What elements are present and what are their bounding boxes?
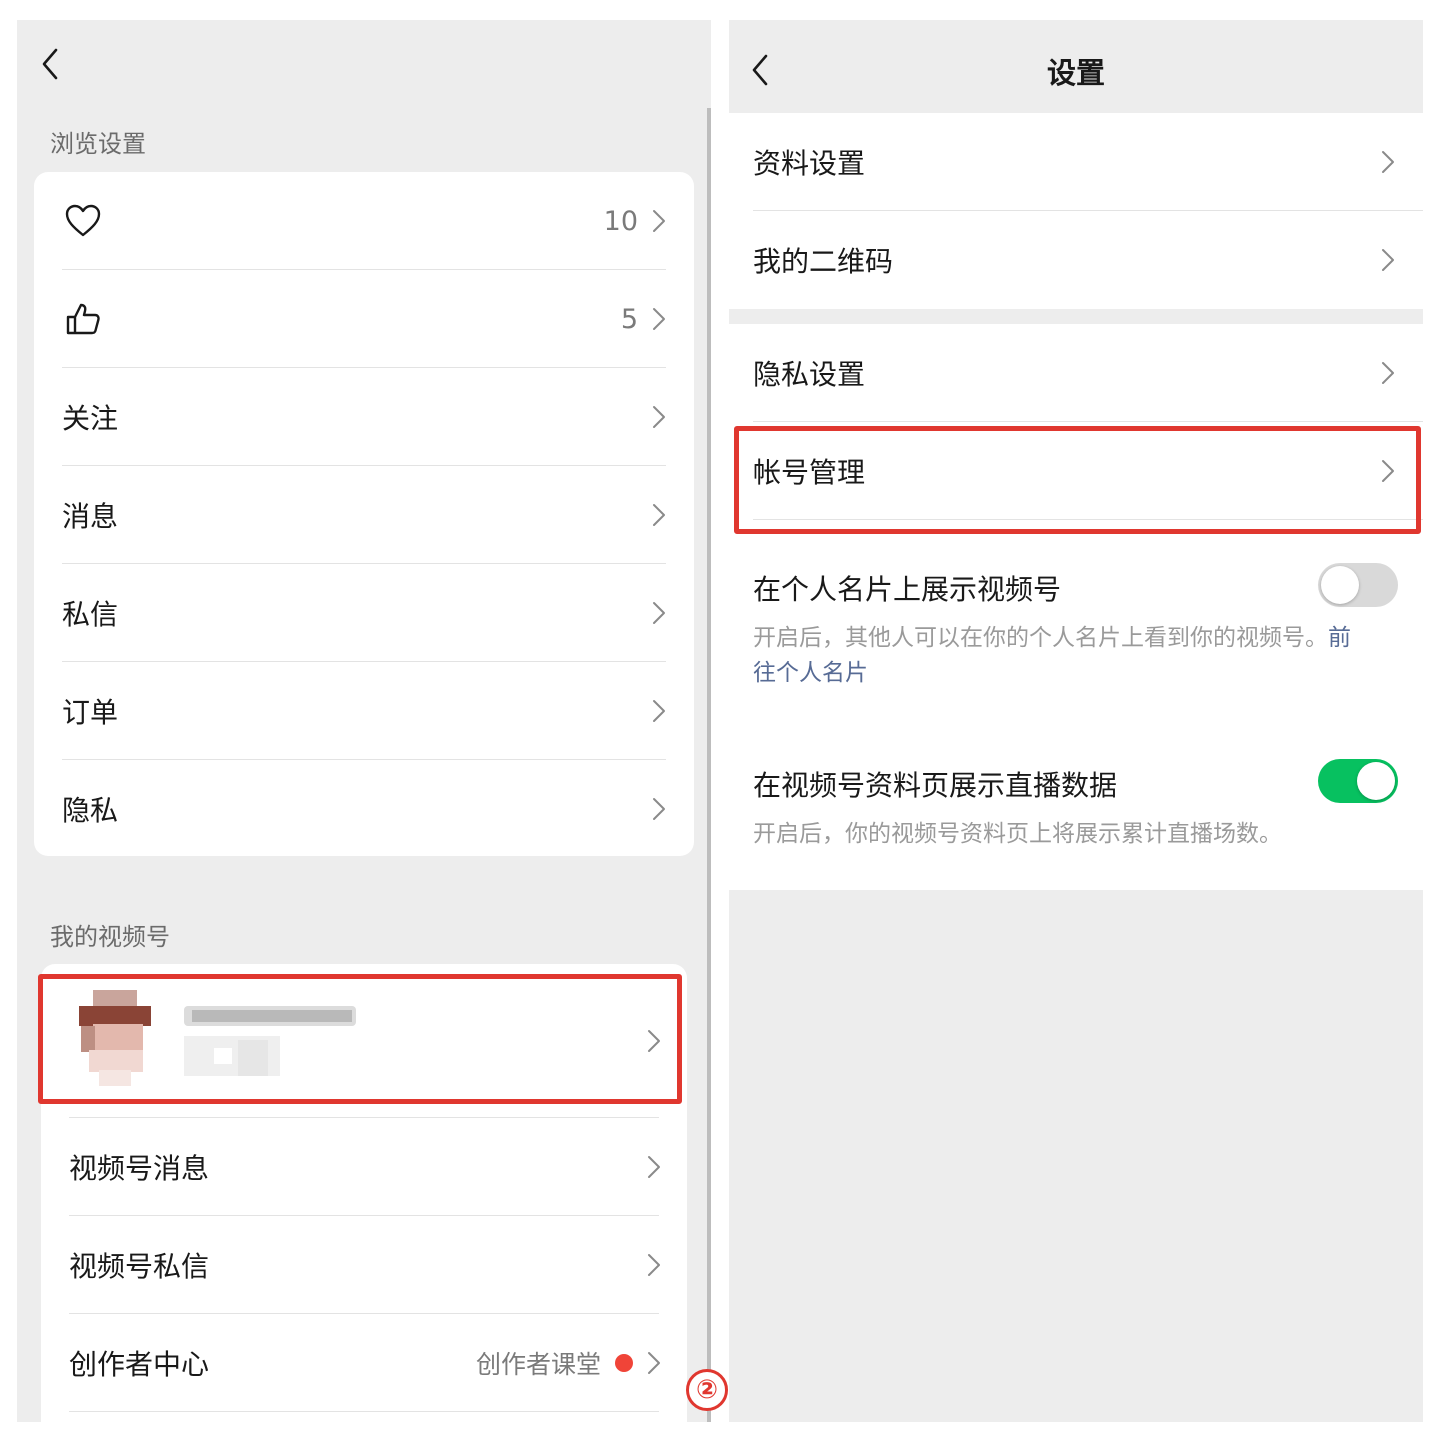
- heart-icon: [65, 204, 101, 238]
- follow-row[interactable]: 关注: [34, 368, 694, 466]
- row-label: 视频号消息: [69, 1152, 210, 1185]
- row-label: 私信: [62, 598, 119, 631]
- back-button[interactable]: [35, 44, 65, 84]
- setting-label: 在个人名片上展示视频号: [753, 573, 1062, 606]
- thumbs-up-icon: [65, 302, 101, 336]
- privacy-row[interactable]: 隐私: [34, 760, 694, 856]
- row-label: 创作者中心: [69, 1348, 210, 1381]
- chevron-right-icon: [652, 601, 666, 625]
- row-label: 隐私: [62, 794, 119, 827]
- chevron-right-icon: [652, 405, 666, 429]
- row-label: 我的二维码: [753, 245, 894, 278]
- orders-row[interactable]: 订单: [34, 662, 694, 760]
- creator-class-label: 创作者课堂: [475, 1350, 601, 1379]
- profile-settings-row[interactable]: 资料设置: [729, 113, 1423, 211]
- favorites-row[interactable]: 10: [34, 172, 694, 270]
- chevron-right-icon: [652, 699, 666, 723]
- row-label: 订单: [62, 696, 119, 729]
- description-text: 开启后，其他人可以在你的个人名片上看到你的视频号。: [753, 625, 1328, 651]
- right-screen: 设置 资料设置 我的二维码 隐私设置 帐号管理 在个人名片上展示视频号 开启后，…: [729, 20, 1423, 1422]
- setting-label: 在视频号资料页展示直播数据: [753, 769, 1118, 802]
- show-live-data-setting: 在视频号资料页展示直播数据 开启后，你的视频号资料页上将展示累计直播场数。: [729, 730, 1423, 890]
- privacy-settings-row[interactable]: 隐私设置: [729, 324, 1423, 422]
- browse-settings-card: 10 5 关注 消息 私信 订单 隐私: [34, 172, 694, 856]
- chevron-right-icon: [652, 209, 666, 233]
- step-number-badge: ②: [686, 1369, 728, 1411]
- row-label: 资料设置: [753, 147, 866, 180]
- my-channel-label: 我的视频号: [50, 923, 170, 951]
- settings-group-1: 资料设置 我的二维码: [729, 113, 1423, 309]
- chevron-right-icon: [1381, 361, 1395, 385]
- favorites-count: 10: [603, 205, 638, 237]
- go-to-card-link[interactable]: 前: [1328, 625, 1351, 651]
- chevron-left-icon: [42, 48, 58, 80]
- chevron-right-icon: [652, 307, 666, 331]
- row-label: 视频号私信: [69, 1250, 210, 1283]
- chevron-right-icon: [1381, 248, 1395, 272]
- chevron-right-icon: [1381, 150, 1395, 174]
- go-to-card-link[interactable]: 往个人名片: [753, 660, 868, 686]
- browse-settings-label: 浏览设置: [50, 130, 146, 158]
- likes-row[interactable]: 5: [34, 270, 694, 368]
- highlight-account-management: [734, 426, 1421, 534]
- page-title: 设置: [1046, 56, 1105, 90]
- show-channel-toggle[interactable]: [1318, 563, 1398, 607]
- row-divider: [69, 1411, 659, 1412]
- toggle-knob: [1357, 762, 1395, 800]
- messages-row[interactable]: 消息: [34, 466, 694, 564]
- channel-messages-row[interactable]: 视频号消息: [41, 1118, 687, 1216]
- highlight-channel-profile: [38, 974, 682, 1104]
- setting-description: 开启后，你的视频号资料页上将展示累计直播场数。: [753, 821, 1282, 847]
- chevron-right-icon: [647, 1253, 661, 1277]
- show-channel-on-card-setting: 在个人名片上展示视频号 开启后，其他人可以在你的个人名片上看到你的视频号。前 往…: [729, 534, 1423, 730]
- channel-direct-messages-row[interactable]: 视频号私信: [41, 1216, 687, 1314]
- row-label: 关注: [62, 402, 119, 435]
- left-screen: 浏览设置 10 5 关注 消息 私信 订单 隐私 我的视频号 视频号消息 视频号…: [17, 20, 711, 1422]
- direct-messages-row[interactable]: 私信: [34, 564, 694, 662]
- chevron-right-icon: [652, 503, 666, 527]
- setting-description: 开启后，其他人可以在你的个人名片上看到你的视频号。前 往个人名片: [753, 621, 1403, 691]
- row-label: 隐私设置: [753, 358, 866, 391]
- show-live-data-toggle[interactable]: [1318, 759, 1398, 803]
- my-qr-code-row[interactable]: 我的二维码: [729, 211, 1423, 309]
- toggle-knob: [1321, 566, 1359, 604]
- chevron-right-icon: [647, 1351, 661, 1375]
- chevron-right-icon: [647, 1155, 661, 1179]
- likes-count: 5: [620, 303, 638, 335]
- chevron-right-icon: [652, 797, 666, 821]
- row-label: 消息: [62, 500, 119, 533]
- settings-group-2: 隐私设置 帐号管理 在个人名片上展示视频号 开启后，其他人可以在你的个人名片上看…: [729, 324, 1423, 890]
- creator-center-row[interactable]: 创作者中心 创作者课堂: [41, 1314, 687, 1412]
- notification-dot: [615, 1354, 633, 1372]
- panel-divider: [707, 108, 711, 1422]
